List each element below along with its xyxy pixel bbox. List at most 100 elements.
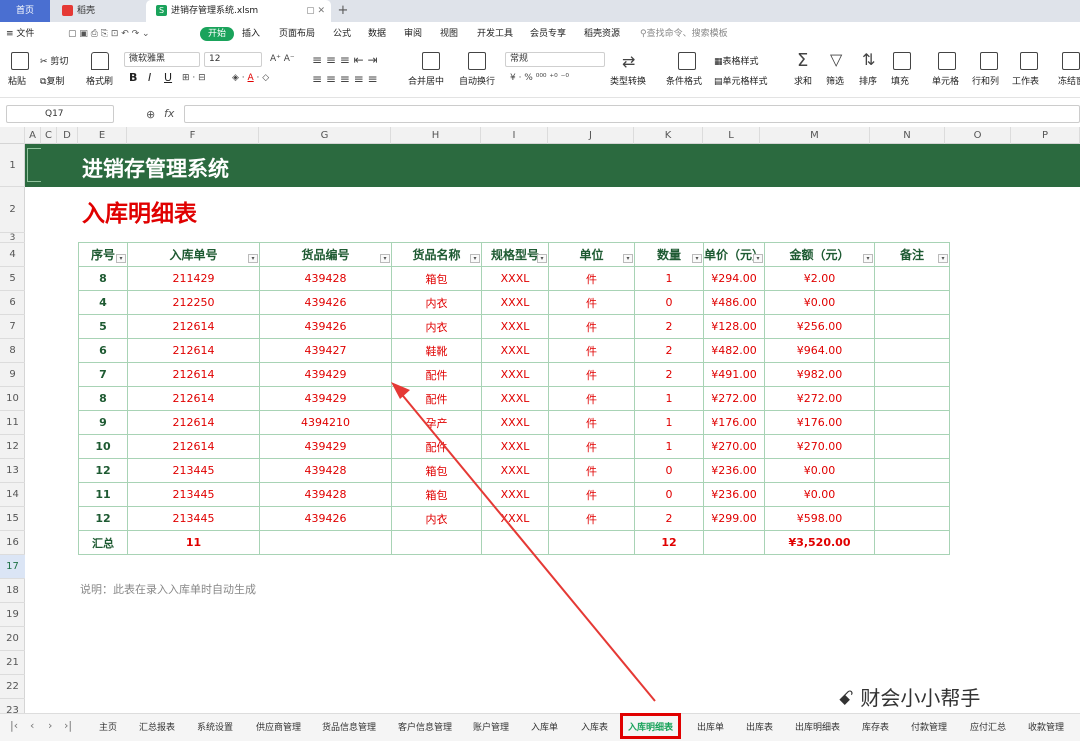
table-cell[interactable]: ¥491.00 <box>702 362 766 387</box>
sheet-tab[interactable]: 客户信息管理 <box>398 720 452 733</box>
row-col-icon[interactable] <box>980 52 998 70</box>
table-cell[interactable]: 件 <box>548 266 635 291</box>
row-header[interactable]: 3 <box>0 233 25 243</box>
table-cell[interactable]: 件 <box>548 434 635 459</box>
header-cell[interactable]: 货品名称 ▾ <box>391 242 482 267</box>
table-cell[interactable]: 箱包 <box>391 458 482 483</box>
sheet-tab[interactable]: 账户管理 <box>473 720 509 733</box>
table-cell[interactable]: ¥272.00 <box>764 386 876 411</box>
table-cell[interactable]: 8 <box>78 386 128 411</box>
table-cell[interactable] <box>874 266 951 291</box>
table-cell[interactable]: 439428 <box>259 482 392 507</box>
table-cell[interactable]: ¥272.00 <box>702 386 766 411</box>
convert-icon[interactable]: ⇄ <box>622 52 640 71</box>
table-cell[interactable]: 2 <box>634 506 704 531</box>
last-sheet-icon[interactable]: ›| <box>64 719 72 732</box>
table-cell[interactable]: 件 <box>548 458 635 483</box>
table-cell[interactable]: 孕产 <box>391 410 482 435</box>
sheet-tab[interactable]: 货品信息管理 <box>322 720 376 733</box>
total-cell[interactable] <box>259 530 392 555</box>
freeze-button[interactable]: 冻结窗 <box>1058 74 1080 87</box>
header-cell[interactable]: 规格型号 ▾ <box>481 242 549 267</box>
table-cell[interactable]: 10 <box>78 434 128 459</box>
table-cell[interactable]: ¥486.00 <box>702 290 766 315</box>
table-cell[interactable]: 配件 <box>391 434 482 459</box>
column-header[interactable]: I <box>481 127 548 144</box>
freeze-icon[interactable] <box>1062 52 1080 70</box>
table-cell[interactable]: 4394210 <box>259 410 392 435</box>
tab-home[interactable]: 首页 <box>0 0 50 22</box>
table-cell[interactable]: XXXL <box>481 290 549 315</box>
fill-color-button[interactable]: ◈ · A · ◇ <box>232 73 269 83</box>
table-cell[interactable]: 内衣 <box>391 506 482 531</box>
header-cell[interactable]: 入库单号 ▾ <box>127 242 260 267</box>
menu-start[interactable]: 开始 <box>200 27 235 41</box>
column-header[interactable]: N <box>870 127 945 144</box>
formula-input[interactable] <box>184 105 1080 123</box>
table-cell[interactable]: 9 <box>78 410 128 435</box>
table-cell[interactable]: 1 <box>634 410 704 435</box>
alignment-bottom-buttons[interactable]: ≡ ≡ ≡ ≡ ≡ <box>312 72 378 86</box>
row-header[interactable]: 4 <box>0 243 25 267</box>
total-cell[interactable]: ¥3,520.00 <box>764 530 876 555</box>
table-cell[interactable] <box>874 386 951 411</box>
table-cell[interactable]: 439429 <box>259 386 392 411</box>
table-cell[interactable]: 212614 <box>127 434 260 459</box>
column-header[interactable]: J <box>548 127 634 144</box>
table-cell[interactable]: ¥2.00 <box>764 266 876 291</box>
table-cell[interactable]: XXXL <box>481 410 549 435</box>
table-cell[interactable]: ¥0.00 <box>764 458 876 483</box>
sheet-tab[interactable]: 主页 <box>99 720 117 733</box>
table-cell[interactable]: 箱包 <box>391 482 482 507</box>
wrap-button[interactable]: 自动换行 <box>459 74 495 87</box>
column-header[interactable]: O <box>945 127 1011 144</box>
table-cell[interactable]: 1 <box>634 266 704 291</box>
filter-icon[interactable]: ▽ <box>830 50 842 69</box>
worksheet-icon[interactable] <box>1020 52 1038 70</box>
font-size-select[interactable]: 12 <box>204 52 262 67</box>
row-header[interactable]: 2 <box>0 187 25 233</box>
sheet-tab[interactable]: 付款管理 <box>911 720 947 733</box>
sheet-tab[interactable]: 出库单 <box>697 720 724 733</box>
table-cell[interactable]: 0 <box>634 482 704 507</box>
sheet-tab[interactable]: 收款管理 <box>1028 720 1064 733</box>
table-cell[interactable]: ¥236.00 <box>702 482 766 507</box>
table-cell[interactable]: 439427 <box>259 338 392 363</box>
total-cell[interactable]: 11 <box>127 530 260 555</box>
header-cell[interactable]: 数量 ▾ <box>634 242 704 267</box>
table-cell[interactable]: 213445 <box>127 458 260 483</box>
filter-dropdown-icon[interactable]: ▾ <box>863 254 874 263</box>
table-cell[interactable]: 箱包 <box>391 266 482 291</box>
row-header[interactable]: 6 <box>0 291 25 315</box>
table-cell[interactable]: ¥598.00 <box>764 506 876 531</box>
table-cell[interactable]: 11 <box>78 482 128 507</box>
table-cell[interactable]: 212614 <box>127 338 260 363</box>
header-cell[interactable]: 货品编号 ▾ <box>259 242 392 267</box>
row-header[interactable]: 19 <box>0 603 25 627</box>
sum-icon[interactable]: Σ <box>797 50 808 71</box>
filter-dropdown-icon[interactable]: ▾ <box>116 254 126 263</box>
column-header[interactable]: M <box>760 127 870 144</box>
row-header[interactable]: 14 <box>0 483 25 507</box>
sort-button[interactable]: 排序 <box>859 74 877 87</box>
border-button[interactable]: ⊞ · ⊟ <box>182 73 206 83</box>
table-cell[interactable]: 0 <box>634 290 704 315</box>
total-cell[interactable] <box>548 530 635 555</box>
table-cell[interactable]: ¥294.00 <box>702 266 766 291</box>
total-cell[interactable]: 12 <box>634 530 704 555</box>
table-cell[interactable]: 鞋靴 <box>391 338 482 363</box>
fill-button[interactable]: 填充 <box>891 74 909 87</box>
header-cell[interactable]: 金额（元） ▾ <box>764 242 876 267</box>
name-box[interactable]: Q17 <box>6 105 114 123</box>
table-cell[interactable]: XXXL <box>481 314 549 339</box>
header-cell[interactable]: 备注 ▾ <box>874 242 951 267</box>
table-cell[interactable] <box>874 482 951 507</box>
table-cell[interactable] <box>874 506 951 531</box>
menu-view[interactable]: 视图 <box>440 27 458 41</box>
italic-button[interactable]: I <box>148 71 151 84</box>
column-header[interactable]: P <box>1011 127 1080 144</box>
cell-style-button[interactable]: ▤单元格样式 <box>714 74 768 87</box>
column-header[interactable]: H <box>391 127 481 144</box>
format-painter-icon[interactable] <box>91 52 109 70</box>
table-cell[interactable]: ¥299.00 <box>702 506 766 531</box>
